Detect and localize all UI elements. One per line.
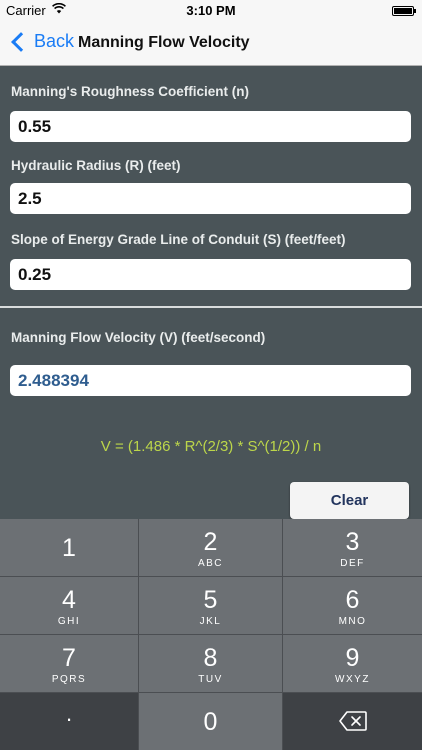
roughness-label: Manning's Roughness Coefficient (n) — [11, 84, 249, 99]
key-digit: 5 — [203, 586, 218, 614]
slope-input[interactable]: 0.25 — [10, 259, 411, 290]
status-bar: Carrier 3:10 PM — [0, 0, 422, 22]
clear-button[interactable]: Clear — [290, 482, 409, 519]
key-5[interactable]: 5 JKL — [139, 577, 282, 634]
battery-icon — [392, 6, 416, 16]
formula-text: V = (1.486 * R^(2/3) * S^(1/2)) / n — [100, 438, 322, 455]
clock: 3:10 PM — [186, 3, 236, 18]
key-1[interactable]: 1 — [0, 519, 138, 576]
key-letters: TUV — [198, 674, 223, 685]
radius-input[interactable]: 2.5 — [10, 183, 411, 214]
key-digit: 0 — [203, 708, 218, 736]
back-button[interactable]: Back — [10, 31, 74, 52]
key-letters: MNO — [338, 616, 367, 627]
key-digit: 8 — [203, 644, 218, 672]
key-9[interactable]: 9 WXYZ — [283, 635, 422, 692]
key-4[interactable]: 4 GHI — [0, 577, 138, 634]
back-label: Back — [34, 31, 75, 51]
key-8[interactable]: 8 TUV — [139, 635, 282, 692]
backspace-icon — [338, 711, 367, 731]
key-digit: 3 — [345, 528, 360, 556]
key-digit: 9 — [345, 644, 360, 672]
page-title: Manning Flow Velocity — [78, 34, 250, 51]
numeric-keypad: 1 2 ABC 3 DEF 4 GHI 5 JKL 6 MNO 7 PQRS 8… — [0, 519, 422, 750]
slope-label: Slope of Energy Grade Line of Conduit (S… — [11, 232, 346, 247]
chevron-left-icon — [11, 31, 31, 52]
key-letters: JKL — [199, 616, 222, 627]
key-decimal-symbol: . — [65, 701, 73, 726]
roughness-input[interactable]: 0.55 — [10, 111, 411, 142]
key-digit: 6 — [345, 586, 360, 614]
radius-label: Hydraulic Radius (R) (feet) — [11, 158, 181, 173]
key-letters: PQRS — [51, 674, 87, 685]
key-delete[interactable] — [283, 693, 422, 750]
navigation-bar: Back Manning Flow Velocity — [0, 22, 422, 66]
key-decimal[interactable]: . — [0, 693, 138, 750]
section-divider — [0, 306, 422, 308]
key-letters: GHI — [57, 616, 81, 627]
velocity-output[interactable]: 2.488394 — [10, 365, 411, 396]
key-0[interactable]: 0 — [139, 693, 282, 750]
key-letters: DEF — [340, 558, 365, 569]
key-digit: 1 — [62, 534, 76, 562]
key-digit: 2 — [203, 528, 218, 556]
key-2[interactable]: 2 ABC — [139, 519, 282, 576]
key-6[interactable]: 6 MNO — [283, 577, 422, 634]
key-digit: 7 — [62, 644, 76, 672]
key-digit: 4 — [62, 586, 76, 614]
key-7[interactable]: 7 PQRS — [0, 635, 138, 692]
key-3[interactable]: 3 DEF — [283, 519, 422, 576]
key-letters: WXYZ — [335, 674, 370, 685]
velocity-label: Manning Flow Velocity (V) (feet/second) — [11, 330, 266, 345]
key-letters: ABC — [197, 558, 224, 569]
